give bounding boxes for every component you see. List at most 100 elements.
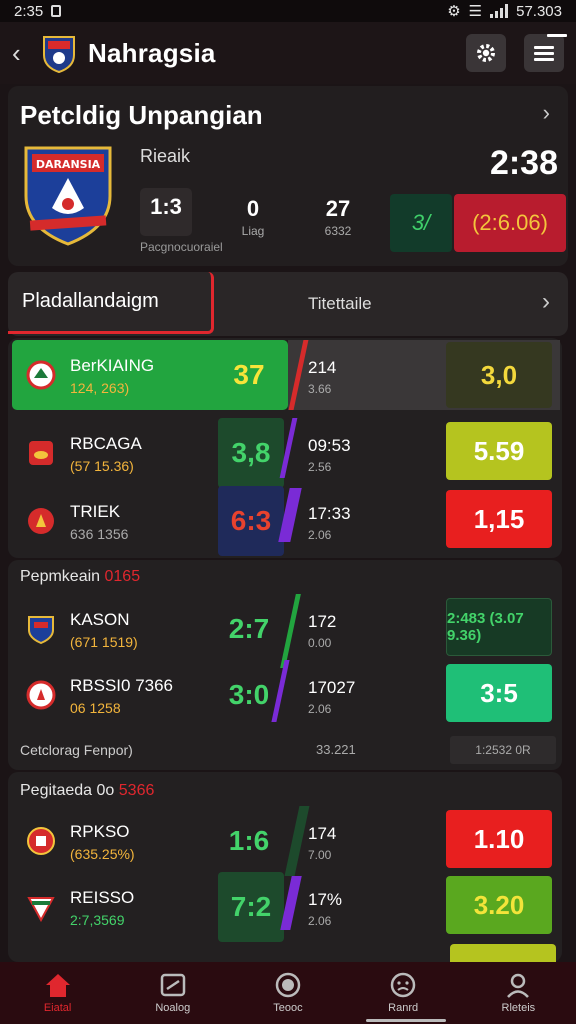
stat-value: 1:3 <box>150 194 182 219</box>
team-name: RBCAGA <box>70 434 142 453</box>
ball-icon <box>275 972 301 998</box>
match-time: 17:33 <box>308 504 351 523</box>
section-heading: Pepmkeain 0165 <box>20 568 140 586</box>
profile-icon <box>507 973 530 998</box>
odds-button-away[interactable]: (2:6.06) <box>454 194 566 252</box>
stat-label: Liag <box>241 224 265 238</box>
nav-item-rewards[interactable]: Ranrd <box>353 972 453 1014</box>
odds-button[interactable]: 3.20 <box>446 876 552 934</box>
odds-button[interactable]: 1,15 <box>446 490 552 548</box>
odds-button[interactable]: 5.59 <box>446 422 552 480</box>
team-sub: 2:7,3569 <box>70 912 125 928</box>
match-score: 2:7 <box>228 613 270 644</box>
tab-active[interactable]: Pladallandaigm <box>8 272 214 334</box>
section-heading: Pegitaeda 0o 5366 <box>20 782 154 800</box>
match-time-sub: 3.66 <box>308 382 332 396</box>
stat-box-3: 27 6332 <box>314 196 362 238</box>
team-crest-icon <box>26 360 56 390</box>
face-icon <box>390 972 416 998</box>
odds-button[interactable]: 3,0 <box>446 342 552 408</box>
match-time: 17% <box>308 890 343 909</box>
settings-button[interactable] <box>466 34 506 72</box>
match-group: Pepmkeain 0165 KASON (671 1519) 2:7 172 … <box>8 560 562 770</box>
team-sub: 06 1258 <box>70 700 121 716</box>
chevron-right-icon[interactable]: › <box>542 288 550 316</box>
odds-button-partial[interactable] <box>450 944 556 962</box>
match-score: 1:6 <box>228 825 270 856</box>
match-time: 09:53 <box>308 436 351 455</box>
team-sub: 124, 263) <box>70 380 130 396</box>
match-score: 7:2 <box>218 872 284 942</box>
gear-icon <box>477 44 495 62</box>
team-sub: 636 1356 <box>70 526 129 542</box>
stat-box-1: 1:3 <box>140 188 192 236</box>
stat-value: 0 <box>246 196 260 221</box>
odds-button[interactable]: 2:483 (3.07 9.36) <box>446 598 552 656</box>
match-row[interactable]: KASON (671 1519) 2:7 172 0.00 2:483 (3.0… <box>12 594 558 668</box>
tab-other[interactable]: Titettaile <box>308 294 372 314</box>
match-row[interactable]: TRIEK 636 1356 6:3 17:33 2.06 1,15 <box>12 486 558 556</box>
match-row[interactable]: REISSO 2:7,3569 7:2 17% 2.06 3.20 <box>12 872 558 942</box>
match-score: 37 <box>233 359 265 390</box>
team-name: REISSO <box>70 888 135 907</box>
featured-match-label: Rieaik <box>140 146 191 166</box>
featured-match-card[interactable]: Petcldig Unpangian › DARANSIA Rieaik 2:3… <box>8 86 568 266</box>
status-time: 2:35 <box>14 2 44 20</box>
nav-item-live[interactable]: Teooc <box>238 972 338 1014</box>
featured-footnote: Pacgnocuoraiel <box>140 240 223 254</box>
team-sub: (57 15.36) <box>70 458 134 474</box>
match-time-sub: 2.06 <box>308 702 332 716</box>
hamburger-icon <box>534 43 554 64</box>
menu-button[interactable] <box>524 34 567 72</box>
nav-label: Noalog <box>155 1002 191 1014</box>
home-team-crest-icon: DARANSIA <box>24 146 112 246</box>
odds-button[interactable]: 3:5 <box>446 664 552 722</box>
team-crest-icon <box>28 508 54 534</box>
nav-item-tickets[interactable]: Noalog <box>123 972 223 1014</box>
team-crest-icon <box>43 36 75 73</box>
match-time-sub: 7.00 <box>308 848 332 862</box>
section-heading-text: Pepmkeain <box>20 568 101 585</box>
odds-button-home[interactable]: 3/ <box>390 194 452 252</box>
match-time: 17027 <box>308 678 356 697</box>
section-heading-text: Pegitaeda 0o <box>20 782 115 799</box>
battery-level: 57.303 <box>516 2 562 20</box>
odds-button[interactable]: 1.10 <box>446 810 552 868</box>
match-time-sub: 2.56 <box>308 460 332 474</box>
nav-item-home[interactable]: Eiatal <box>8 972 108 1014</box>
match-row[interactable]: RBCAGA (57 15.36) 3,8 09:53 2.56 5.59 <box>12 418 558 488</box>
chevron-right-icon[interactable]: › <box>543 100 550 126</box>
match-time: 174 <box>308 824 337 843</box>
match-group: Pegitaeda 0o 5366 RPKSO (635.25%) 1:6 17… <box>8 772 562 962</box>
match-score: 6:3 <box>218 486 284 556</box>
ticket-icon <box>160 973 186 997</box>
match-time-sub: 0.00 <box>308 636 332 650</box>
match-group: BerKIAING 124, 263) 37 214 3.66 3,0 RBCA… <box>8 338 562 558</box>
match-time: 172 <box>308 612 337 631</box>
featured-match-score: 2:38 <box>489 144 558 182</box>
team-name: TRIEK <box>70 502 121 521</box>
notification-icon <box>51 5 62 17</box>
team-name: BerKIAING <box>70 356 155 375</box>
stat-value: 27 <box>325 196 351 221</box>
stat-label: 6332 <box>324 224 352 238</box>
home-indicator <box>366 1019 446 1022</box>
team-sub: (671 1519) <box>70 634 138 650</box>
team-crest-icon <box>27 897 55 922</box>
team-sub: (635.25%) <box>70 846 135 862</box>
section-heading-count: 5366 <box>118 782 155 799</box>
signal-icon <box>490 4 509 18</box>
wifi-icon: ☰ <box>468 3 483 20</box>
divider-slash <box>284 806 310 876</box>
team-name: RBSSI0 7366 <box>70 676 174 695</box>
match-row[interactable]: BerKIAING 124, 263) 37 214 3.66 3,0 <box>12 340 560 410</box>
match-row[interactable]: RPKSO (635.25%) 1:6 174 7.00 1.10 <box>12 806 558 876</box>
nav-item-profile[interactable]: Rleteis <box>468 972 568 1014</box>
match-time-sub: 2.06 <box>308 528 332 542</box>
group-footer-box[interactable]: 1:2532 0R <box>450 736 556 764</box>
back-arrow-icon[interactable]: ‹ <box>12 38 34 69</box>
match-row[interactable]: RBSSI0 7366 06 1258 3:0 17027 2.06 3:5 <box>12 660 558 730</box>
nav-label: Eiatal <box>43 1002 72 1014</box>
team-name: RPKSO <box>70 822 130 841</box>
group-footer-value: 33.221 <box>316 742 356 757</box>
